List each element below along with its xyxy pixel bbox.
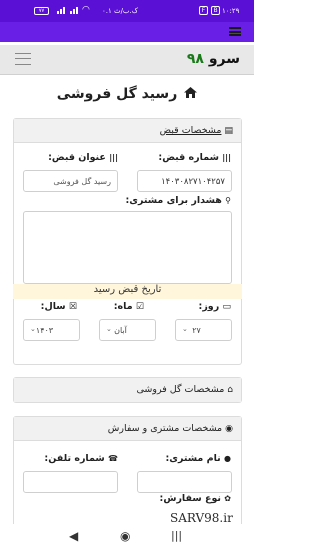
day-select[interactable]: ۲۷ ⌄ bbox=[175, 319, 232, 341]
home-button-icon[interactable]: ◉ bbox=[120, 529, 130, 543]
calendar-x-icon: ☒ bbox=[68, 302, 77, 312]
user-icon: ● bbox=[224, 454, 231, 463]
month-label: ☑ ماه: bbox=[113, 301, 144, 312]
year-select[interactable]: ۱۴۰۳ ⌄ bbox=[23, 319, 80, 341]
chevron-down-icon: ⌄ bbox=[30, 325, 36, 333]
calendar-icon: ▭ bbox=[222, 302, 231, 312]
status-time: ۱۰:۲۹ bbox=[222, 7, 240, 15]
signal-icon bbox=[57, 11, 59, 14]
system-navigation-bar: ◀ ◉ ||| bbox=[0, 524, 254, 550]
wifi-icon: ◠ bbox=[82, 5, 90, 15]
barcode-icon: ||| bbox=[222, 153, 232, 162]
customer-order-header[interactable]: ◉مشخصات مشتری و سفارش bbox=[14, 417, 241, 441]
calendar-check-icon: ☑ bbox=[135, 302, 144, 312]
receipt-title-label: ||| عنوان قبض: bbox=[48, 152, 119, 163]
year-label: ☒ سال: bbox=[40, 301, 77, 312]
day-label: ▭ روز: bbox=[198, 301, 231, 312]
signal-icon bbox=[60, 9, 62, 14]
site-navbar: سرو ۹۸ bbox=[0, 45, 254, 75]
receipt-number-input[interactable]: ۱۴۰۳۰۸۲۷۱۰۴۲۵۷ bbox=[137, 170, 232, 192]
receipt-number-label: ||| شماره قبض: bbox=[158, 152, 232, 163]
location-pin-icon: ⚲ bbox=[225, 196, 231, 205]
watermark-text: SARV98.ir bbox=[170, 511, 233, 525]
user-circle-icon: ◉ bbox=[225, 424, 233, 434]
signal-icon bbox=[63, 7, 65, 14]
receipt-title-input[interactable]: رسید گل فروشی bbox=[23, 170, 118, 192]
chevron-down-icon: ⌄ bbox=[106, 325, 112, 333]
receipt-icon: ▤ bbox=[224, 126, 233, 136]
brand-logo[interactable]: سرو ۹۸ bbox=[187, 51, 240, 67]
navbar-toggle-icon[interactable] bbox=[15, 53, 31, 65]
receipt-date-caption: تاریخ قبض رسید bbox=[13, 284, 242, 299]
phone-input[interactable] bbox=[23, 471, 118, 493]
month-select[interactable]: آبان ⌄ bbox=[99, 319, 156, 341]
customer-warning-label: ⚲ هشدار برای مشتری: bbox=[125, 195, 231, 206]
florist-details-header[interactable]: ⌂مشخصات گل فروشی bbox=[14, 378, 241, 402]
hamburger-menu-icon[interactable] bbox=[229, 27, 241, 36]
palette-icon: ✿ bbox=[224, 494, 231, 503]
customer-warning-textarea[interactable] bbox=[23, 211, 232, 284]
back-icon[interactable]: ◀ bbox=[69, 529, 78, 543]
order-type-label: ✿ نوع سفارش: bbox=[159, 493, 231, 504]
signal-icon bbox=[70, 11, 72, 14]
signal-icon bbox=[76, 7, 78, 14]
status-bar: ۱۰:۲۹ F B ۰.۱ ک.ب/ث ◠ ۷۷ bbox=[0, 0, 254, 22]
florist-details-card: ⌂مشخصات گل فروشی bbox=[13, 377, 242, 403]
receipt-details-header[interactable]: ▤مشخصات قبض bbox=[14, 119, 241, 143]
phone-icon: ☎ bbox=[108, 454, 118, 463]
page-title: رسید گل فروشی bbox=[0, 86, 254, 102]
recents-icon[interactable]: ||| bbox=[171, 529, 182, 542]
home-icon bbox=[183, 86, 197, 102]
signal-icon bbox=[73, 9, 75, 14]
chevron-down-icon: ⌄ bbox=[182, 325, 188, 333]
battery-icon: ۷۷ bbox=[34, 7, 49, 15]
barcode-icon: ||| bbox=[109, 153, 119, 162]
home-icon: ⌂ bbox=[227, 385, 233, 395]
phone-label: ☎ شماره تلفن: bbox=[44, 453, 118, 464]
notification-icon: F bbox=[199, 6, 208, 15]
notification-icon: B bbox=[211, 6, 220, 15]
customer-name-label: ● نام مشتری: bbox=[165, 453, 231, 464]
network-speed: ۰.۱ ک.ب/ث bbox=[102, 7, 139, 15]
app-top-bar bbox=[0, 22, 254, 42]
customer-name-input[interactable] bbox=[137, 471, 232, 493]
